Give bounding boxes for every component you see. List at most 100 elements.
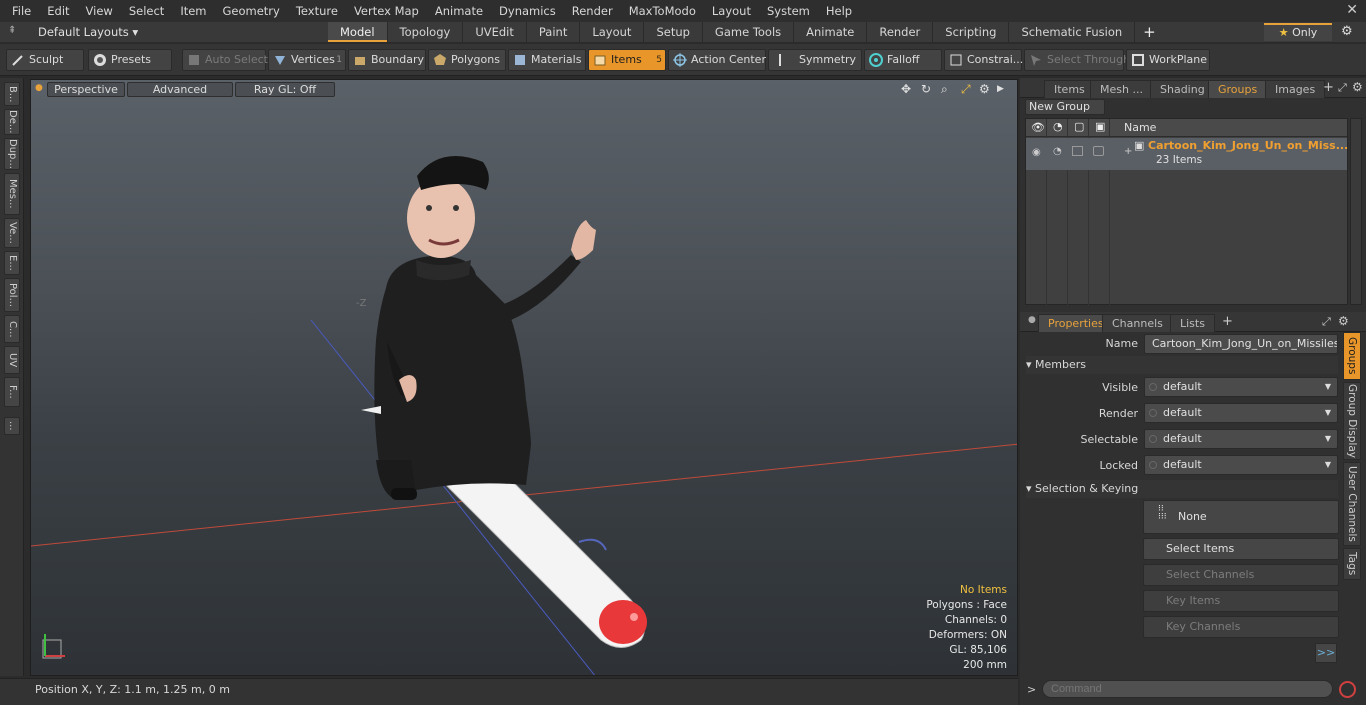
animate-dot-icon[interactable] [1149,383,1157,391]
menu-select[interactable]: Select [121,0,172,22]
groups-scrollbar[interactable] [1350,118,1362,305]
default-layouts-dropdown[interactable]: Default Layouts ▾ [38,22,138,42]
key-items-button[interactable]: Key Items [1143,590,1339,612]
menu-edit[interactable]: Edit [39,0,77,22]
render-dropdown[interactable]: default ▼ [1144,403,1338,423]
selection-keying-section[interactable]: ▾ Selection & Keying [1026,480,1338,498]
select-through-button[interactable]: Select Through [1024,49,1130,71]
tab-setup[interactable]: Setup [644,22,703,42]
command-input[interactable] [1042,680,1333,698]
menu-dynamics[interactable]: Dynamics [491,0,564,22]
menu-item[interactable]: Item [172,0,214,22]
menu-animate[interactable]: Animate [427,0,491,22]
vtab-user-channels[interactable]: User Channels [1343,462,1361,546]
tab-scripting[interactable]: Scripting [933,22,1010,42]
tab-groups[interactable]: Groups [1208,80,1268,98]
selectable-dropdown[interactable]: default ▼ [1144,429,1338,449]
tab-game-tools[interactable]: Game Tools [702,22,795,42]
tab-uvedit[interactable]: UVEdit [463,22,527,42]
name-input[interactable]: Cartoon_Kim_Jong_Un_on_Missiles (2 [1144,334,1338,354]
animate-dot-icon[interactable] [1149,461,1157,469]
panel-menu-dot-icon[interactable]: ● [1028,315,1036,325]
vtab-groups[interactable]: Groups [1343,332,1361,380]
left-tab-duplicate[interactable]: Dup... [4,138,20,170]
tab-channels[interactable]: Channels [1102,314,1173,332]
members-section[interactable]: ▾ Members [1026,356,1338,374]
left-tab-more[interactable]: ... [4,417,20,435]
add-tab-button[interactable]: + [1135,22,1164,42]
auto-select-button[interactable]: Auto Select [182,49,268,71]
expand-panel-icon[interactable]: ⤢ [1338,81,1347,95]
tab-mesh[interactable]: Mesh ... [1090,80,1153,98]
menu-maxtomodo[interactable]: MaxToModo [621,0,704,22]
symmetry-button[interactable]: Symmetry [768,49,862,71]
name-column-header[interactable]: Name [1124,121,1156,134]
tab-paint[interactable]: Paint [526,22,581,42]
group-row[interactable]: ◉ ◔ + ▣ Cartoon_Kim_Jong_Un_on_Miss... 2… [1026,138,1348,170]
menu-vertex-map[interactable]: Vertex Map [346,0,427,22]
menu-view[interactable]: View [78,0,121,22]
locked-dropdown[interactable]: default ▼ [1144,455,1338,475]
properties-gear-icon[interactable]: ⚙ [1338,314,1349,328]
only-button[interactable]: ★ Only [1264,23,1332,41]
visibility-eye-icon[interactable]: ◉ [1032,147,1041,158]
left-tab-mesh[interactable]: Mes... [4,173,20,215]
vertices-button[interactable]: Vertices 1 [268,49,346,71]
render-toggle-icon[interactable]: ◔ [1053,146,1062,157]
group-name[interactable]: Cartoon_Kim_Jong_Un_on_Miss... [1148,139,1348,152]
boundary-button[interactable]: Boundary [348,49,426,71]
more-button[interactable]: >> [1315,643,1337,663]
select-checkbox[interactable] [1093,146,1104,156]
collapse-arrow-icon[interactable]: ⇞ [8,25,16,36]
tab-items[interactable]: Items [1044,80,1095,98]
tab-lists[interactable]: Lists [1170,314,1215,332]
left-tab-deform[interactable]: De... [4,109,20,135]
select-channels-button[interactable]: Select Channels [1143,564,1339,586]
left-tab-curve[interactable]: C... [4,315,20,343]
vtab-group-display[interactable]: Group Display [1343,382,1361,460]
workplane-button[interactable]: WorkPlane [1126,49,1210,71]
tab-model[interactable]: Model [328,22,388,42]
menu-system[interactable]: System [759,0,818,22]
menu-file[interactable]: File [4,0,39,22]
polygons-button[interactable]: Polygons [428,49,506,71]
animate-dot-icon[interactable] [1149,409,1157,417]
vtab-tags[interactable]: Tags [1343,548,1361,580]
sculpt-button[interactable]: Sculpt [6,49,84,71]
add-panel-tab-icon[interactable]: + [1323,80,1334,95]
lock-column-icon[interactable]: ▢ [1074,120,1084,133]
add-properties-tab-icon[interactable]: + [1222,314,1233,329]
menu-layout[interactable]: Layout [704,0,759,22]
items-button[interactable]: Items 5 [588,49,666,71]
action-center-button[interactable]: Action Center [668,49,766,71]
eye-icon[interactable]: 👁 [1031,121,1045,134]
gear-icon[interactable]: ⚙ [1341,24,1353,39]
expand-icon[interactable]: + [1124,146,1132,157]
3d-viewport[interactable]: ● Perspective Advanced Ray GL: Off ✥ ↻ ⌕… [30,79,1018,676]
animate-dot-icon[interactable] [1149,435,1157,443]
menu-help[interactable]: Help [818,0,860,22]
tab-images[interactable]: Images [1265,80,1326,98]
materials-button[interactable]: Materials [508,49,586,71]
left-tab-polygon[interactable]: Pol... [4,278,20,312]
tab-animate[interactable]: Animate [794,22,868,42]
menu-geometry[interactable]: Geometry [215,0,288,22]
key-channels-button[interactable]: Key Channels [1143,616,1339,638]
tab-shading[interactable]: Shading [1150,80,1215,98]
presets-button[interactable]: Presets [88,49,172,71]
lock-checkbox[interactable] [1072,146,1083,156]
left-tab-uv[interactable]: UV [4,346,20,374]
new-group-button[interactable]: New Group [1025,99,1105,115]
left-tab-fusion[interactable]: F... [4,377,20,407]
menu-texture[interactable]: Texture [288,0,346,22]
visible-dropdown[interactable]: default ▼ [1144,377,1338,397]
tab-topology[interactable]: Topology [387,22,464,42]
expand-properties-icon[interactable]: ⤢ [1322,315,1331,329]
record-icon[interactable] [1339,681,1356,698]
tab-layout[interactable]: Layout [580,22,645,42]
falloff-button[interactable]: Falloff [864,49,942,71]
select-column-icon[interactable]: ▣ [1095,120,1105,133]
tab-schematic-fusion[interactable]: Schematic Fusion [1009,22,1136,42]
none-button[interactable]: ⁝⁝ ⁝⁝⁝ None [1143,500,1339,534]
panel-gear-icon[interactable]: ⚙ [1352,80,1363,94]
